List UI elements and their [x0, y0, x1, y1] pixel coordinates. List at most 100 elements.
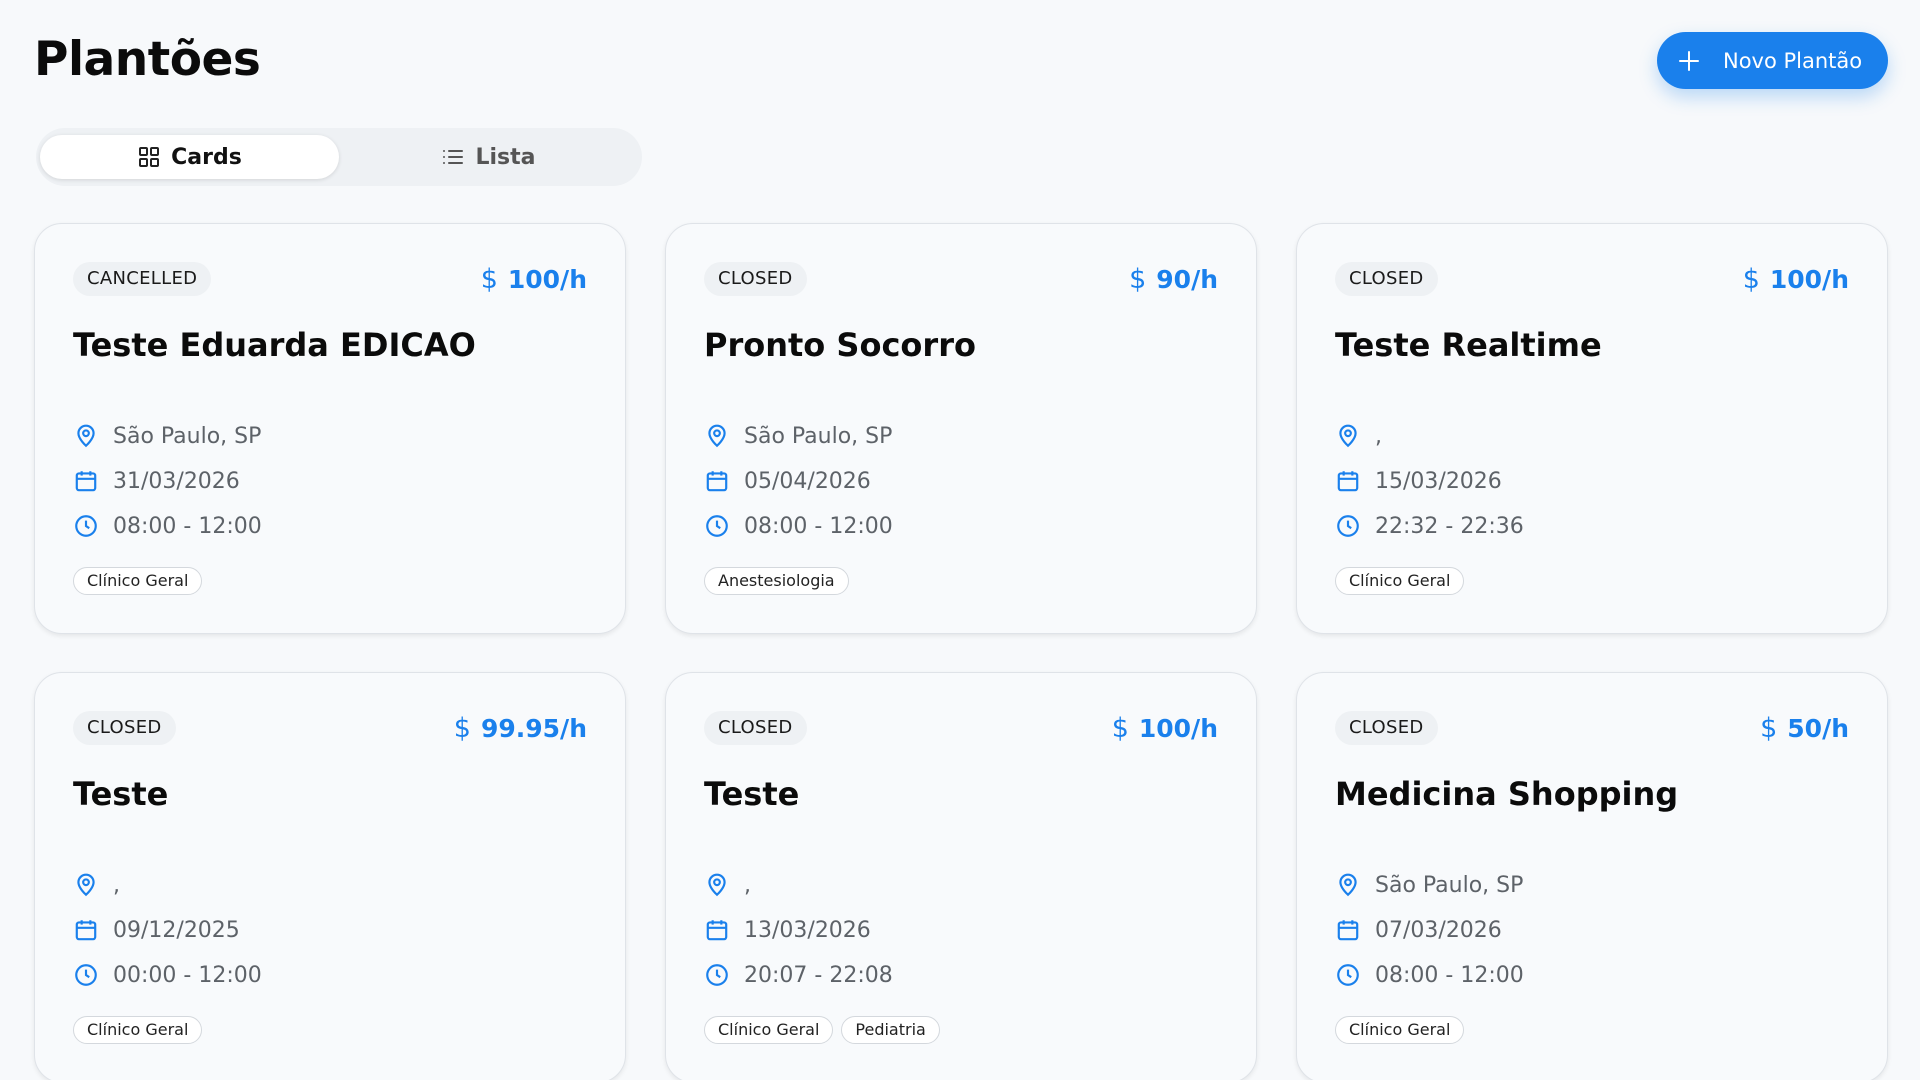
location-text: São Paulo, SP: [744, 423, 893, 449]
shift-card[interactable]: CLOSED $ 50/h Medicina Shopping São Paul…: [1296, 672, 1888, 1080]
hourly-rate: $ 90/h: [1129, 264, 1218, 295]
specialty-tag: Anestesiologia: [704, 567, 849, 595]
map-pin-icon: [708, 424, 726, 448]
shift-title: Teste: [73, 775, 169, 813]
date-row: 31/03/2026: [73, 468, 240, 494]
view-toggle-cards[interactable]: Cards: [40, 135, 339, 179]
new-shift-button-label: Novo Plantão: [1723, 48, 1863, 73]
shift-card[interactable]: CLOSED $ 100/h Teste , 13/03/2026 20:07 …: [665, 672, 1257, 1080]
time-text: 00:00 - 12:00: [113, 962, 262, 988]
time-row: 00:00 - 12:00: [73, 962, 262, 988]
location-text: ,: [1375, 423, 1382, 449]
specialty-tags: Clínico Geral: [1335, 1016, 1465, 1044]
dollar-icon: $: [453, 713, 471, 744]
location-row: ,: [1335, 423, 1382, 449]
hourly-rate-value: 100/h: [1138, 714, 1218, 743]
shift-card[interactable]: CLOSED $ 90/h Pronto Socorro São Paulo, …: [665, 223, 1257, 634]
plus-icon: [1679, 50, 1699, 71]
hourly-rate: $ 100/h: [481, 264, 587, 295]
specialty-tag: Clínico Geral: [1335, 1016, 1465, 1044]
hourly-rate: $ 100/h: [1112, 713, 1218, 744]
specialty-tags: Clínico Geral: [1335, 567, 1465, 595]
clock-icon: [1337, 964, 1359, 986]
time-text: 08:00 - 12:00: [113, 513, 262, 539]
map-pin-icon: [77, 873, 95, 897]
location-text: São Paulo, SP: [1375, 872, 1524, 898]
calendar-icon: [75, 471, 97, 492]
view-toggle-list[interactable]: Lista: [339, 135, 638, 179]
map-pin-icon: [77, 424, 95, 448]
calendar-icon: [1337, 471, 1359, 492]
date-text: 09/12/2025: [113, 917, 240, 943]
calendar-icon: [706, 920, 728, 941]
shift-card[interactable]: CLOSED $ 99.95/h Teste , 09/12/2025 00:0…: [34, 672, 626, 1080]
page: Plantões Novo Plantão Cards Lista CANCEL…: [0, 0, 1920, 1080]
time-text: 08:00 - 12:00: [1375, 962, 1524, 988]
dollar-icon: $: [1129, 264, 1147, 295]
location-row: ,: [73, 872, 120, 898]
specialty-tags: Clínico Geral: [73, 567, 203, 595]
time-row: 08:00 - 12:00: [73, 513, 262, 539]
status-badge: CANCELLED: [73, 262, 212, 296]
map-pin-icon: [708, 873, 726, 897]
shift-title: Medicina Shopping: [1335, 775, 1679, 813]
shift-title: Teste Eduarda EDICAO: [73, 326, 476, 364]
calendar-icon: [706, 471, 728, 492]
specialty-tag: Pediatria: [841, 1016, 940, 1044]
date-row: 15/03/2026: [1335, 468, 1502, 494]
status-badge: CLOSED: [704, 262, 807, 296]
clock-icon: [1337, 515, 1359, 537]
clock-icon: [706, 964, 728, 986]
time-text: 20:07 - 22:08: [744, 962, 893, 988]
date-row: 13/03/2026: [704, 917, 871, 943]
specialty-tag: Clínico Geral: [73, 1016, 203, 1044]
location-row: São Paulo, SP: [73, 423, 261, 449]
hourly-rate-value: 50/h: [1787, 714, 1849, 743]
dollar-icon: $: [1760, 713, 1778, 744]
date-row: 05/04/2026: [704, 468, 871, 494]
hourly-rate-value: 99.95/h: [480, 714, 587, 743]
shift-title: Teste: [704, 775, 800, 813]
date-text: 07/03/2026: [1375, 917, 1502, 943]
specialty-tag: Clínico Geral: [1335, 567, 1465, 595]
page-title: Plantões: [34, 32, 261, 87]
map-pin-icon: [1339, 873, 1357, 897]
shift-card[interactable]: CLOSED $ 100/h Teste Realtime , 15/03/20…: [1296, 223, 1888, 634]
dollar-icon: $: [1111, 713, 1129, 744]
status-badge: CLOSED: [1335, 262, 1438, 296]
location-row: ,: [704, 872, 751, 898]
time-row: 22:32 - 22:36: [1335, 513, 1524, 539]
specialty-tag: Clínico Geral: [704, 1016, 834, 1044]
status-badge: CLOSED: [704, 711, 807, 745]
location-row: São Paulo, SP: [704, 423, 892, 449]
date-text: 31/03/2026: [113, 468, 240, 494]
shift-card[interactable]: CANCELLED $ 100/h Teste Eduarda EDICAO S…: [34, 223, 626, 634]
specialty-tags: Clínico Geral Pediatria: [704, 1016, 940, 1044]
calendar-icon: [1337, 920, 1359, 941]
location-text: ,: [113, 872, 120, 898]
calendar-icon: [75, 920, 97, 941]
specialty-tags: Anestesiologia: [704, 567, 849, 595]
hourly-rate: $ 100/h: [1743, 264, 1849, 295]
clock-icon: [75, 515, 97, 537]
status-badge: CLOSED: [73, 711, 176, 745]
hourly-rate: $ 99.95/h: [454, 713, 587, 744]
date-row: 07/03/2026: [1335, 917, 1502, 943]
clock-icon: [75, 964, 97, 986]
shift-title: Pronto Socorro: [704, 326, 976, 364]
list-icon: [443, 150, 464, 164]
specialty-tag: Clínico Geral: [73, 567, 203, 595]
hourly-rate: $ 50/h: [1760, 713, 1849, 744]
view-toggle-cards-label: Cards: [171, 144, 242, 170]
grid-icon: [139, 147, 160, 167]
dollar-icon: $: [1742, 264, 1760, 295]
time-row: 08:00 - 12:00: [1335, 962, 1524, 988]
location-text: ,: [744, 872, 751, 898]
date-row: 09/12/2025: [73, 917, 240, 943]
time-text: 22:32 - 22:36: [1375, 513, 1524, 539]
date-text: 15/03/2026: [1375, 468, 1502, 494]
time-text: 08:00 - 12:00: [744, 513, 893, 539]
status-badge: CLOSED: [1335, 711, 1438, 745]
new-shift-button[interactable]: Novo Plantão: [1657, 32, 1888, 89]
clock-icon: [706, 515, 728, 537]
